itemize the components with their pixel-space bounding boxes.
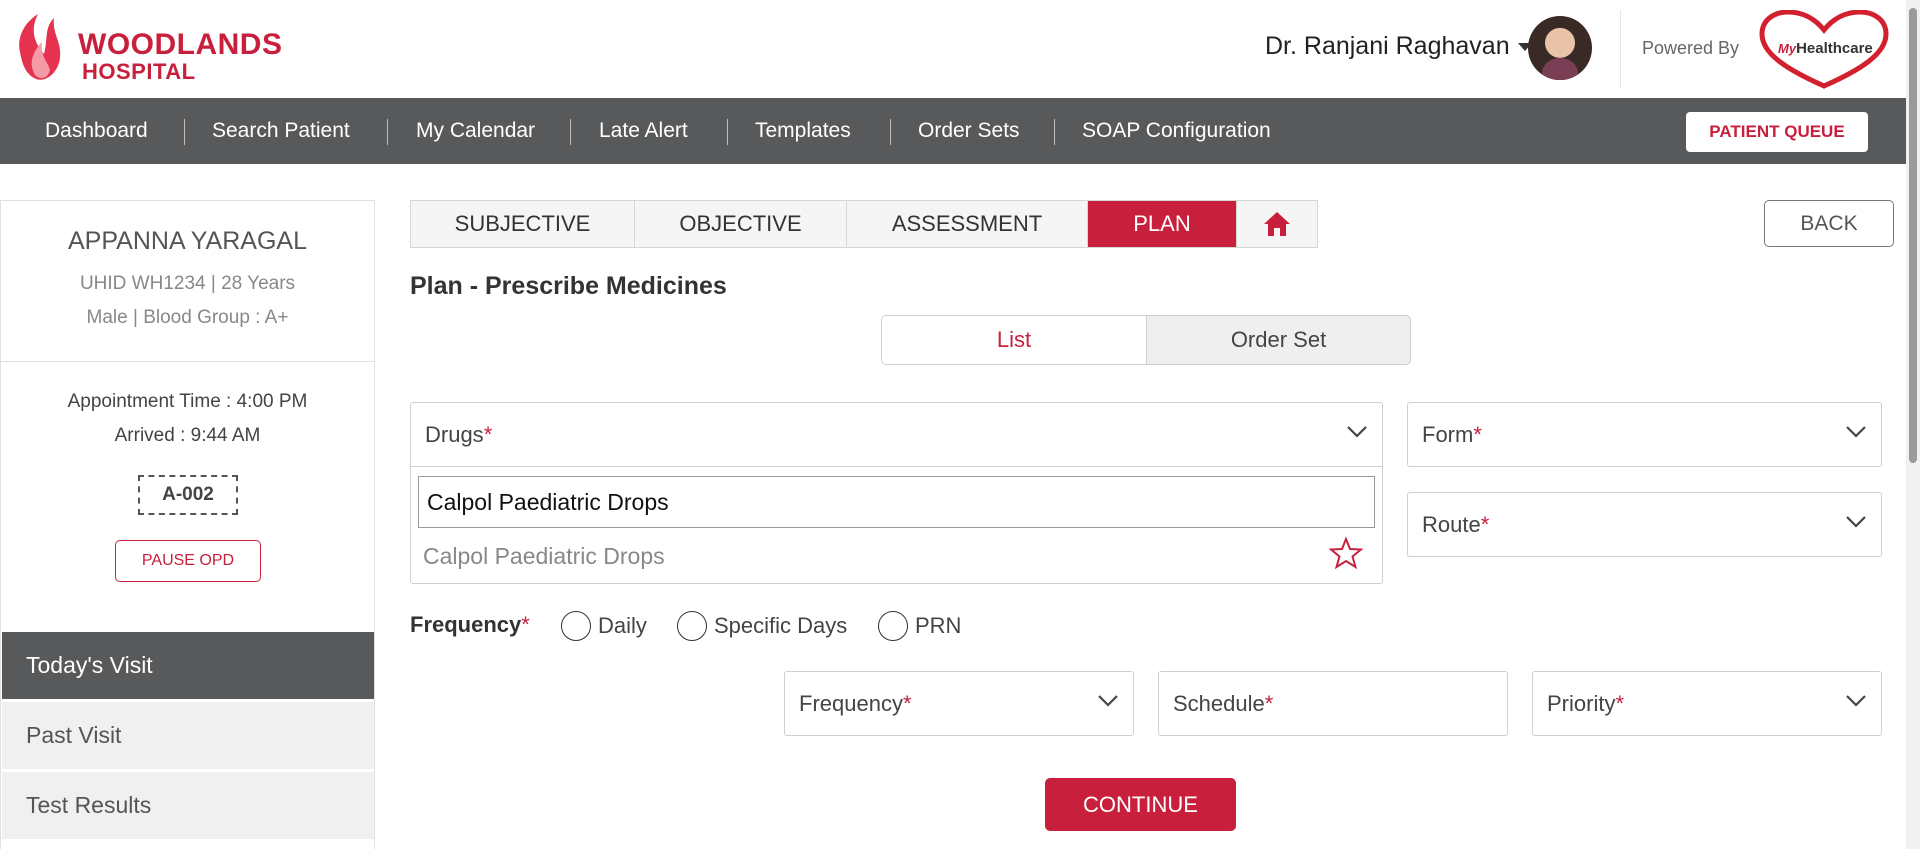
radio-circle-icon [561, 611, 591, 641]
schedule-label: Schedule* [1173, 691, 1274, 716]
sidebar-tab-test-results[interactable]: Test Results [2, 772, 374, 839]
brand-text: MyHealthcare [1778, 40, 1873, 57]
toggle-list[interactable]: List [882, 316, 1146, 364]
patient-name: APPANNA YARAGAL [68, 227, 307, 255]
back-button[interactable]: BACK [1764, 200, 1894, 247]
logo-text-line1: WOODLANDS [78, 28, 283, 61]
frequency-select-label: Frequency* [799, 691, 912, 716]
drugs-select[interactable]: Drugs* [411, 403, 1382, 467]
tab-objective[interactable]: OBJECTIVE [635, 201, 847, 247]
patient-queue-button[interactable]: PATIENT QUEUE [1686, 112, 1868, 152]
priority-label: Priority* [1547, 691, 1625, 716]
token-badge: A-002 [138, 475, 238, 515]
sidebar-tab-todays-visit[interactable]: Today's Visit [2, 632, 374, 699]
radio-circle-icon [878, 611, 908, 641]
woodlands-logo[interactable]: WOODLANDS HOSPITAL [14, 12, 304, 88]
tab-plan[interactable]: PLAN [1088, 201, 1237, 247]
home-icon [1264, 212, 1290, 236]
flame-logo-icon [19, 14, 61, 80]
chevron-down-icon [1846, 516, 1866, 528]
drug-option[interactable]: Calpol Paediatric Drops [423, 543, 665, 570]
schedule-input[interactable]: Schedule* [1158, 671, 1508, 736]
nav-divider [890, 119, 891, 145]
patient-uhid-age: UHID WH1234 | 28 Years [79, 273, 296, 294]
list-orderset-toggle: List Order Set [881, 315, 1411, 365]
form-select[interactable]: Form* [1407, 402, 1882, 467]
patient-gender-blood: Male | Blood Group : A+ [86, 307, 289, 328]
pause-opd-button[interactable]: PAUSE OPD [115, 540, 261, 582]
nav-search-patient[interactable]: Search Patient [212, 98, 350, 164]
user-menu[interactable]: Dr. Ranjani Raghavan [1265, 32, 1532, 61]
route-label: Route* [1422, 512, 1490, 537]
tab-home[interactable] [1237, 201, 1317, 247]
chevron-down-icon [1846, 426, 1866, 438]
nav-late-alert[interactable]: Late Alert [599, 98, 688, 164]
drugs-label: Drugs* [425, 422, 493, 447]
radio-specific-days[interactable]: Specific Days [677, 611, 847, 641]
frequency-select[interactable]: Frequency* [784, 671, 1134, 736]
star-icon[interactable] [1329, 536, 1363, 570]
chevron-down-icon [1846, 695, 1866, 707]
logo-text-line2: HOSPITAL [82, 59, 196, 84]
route-select[interactable]: Route* [1407, 492, 1882, 557]
chevron-down-icon [1098, 695, 1118, 707]
frequency-radio-label: Frequency* [410, 612, 530, 637]
tab-subjective[interactable]: SUBJECTIVE [411, 201, 635, 247]
scrollbar-thumb[interactable] [1909, 8, 1917, 463]
appointment-time: Appointment Time : 4:00 PM [67, 391, 308, 412]
nav-my-calendar[interactable]: My Calendar [416, 98, 535, 164]
nav-order-sets[interactable]: Order Sets [918, 98, 1020, 164]
toggle-order-set[interactable]: Order Set [1146, 316, 1410, 364]
continue-button[interactable]: CONTINUE [1045, 778, 1236, 831]
radio-prn[interactable]: PRN [878, 611, 961, 641]
nav-dashboard[interactable]: Dashboard [45, 98, 148, 164]
divider [1620, 10, 1621, 88]
arrived-time: Arrived : 9:44 AM [114, 425, 261, 446]
nav-divider [727, 119, 728, 145]
nav-divider [184, 119, 185, 145]
tab-assessment[interactable]: ASSESSMENT [847, 201, 1088, 247]
drugs-dropdown: Drugs* Calpol Paediatric Drops [410, 402, 1383, 584]
soap-tabs: SUBJECTIVE OBJECTIVE ASSESSMENT PLAN [410, 200, 1318, 248]
page-scrollbar[interactable] [1906, 0, 1920, 849]
chevron-down-icon [1347, 426, 1367, 438]
nav-divider [570, 119, 571, 145]
app-header: WOODLANDS HOSPITAL Dr. Ranjani Raghavan … [0, 0, 1920, 98]
nav-divider [1054, 119, 1055, 145]
powered-by-label: Powered By [1642, 38, 1740, 58]
main-nav: Dashboard Search Patient My Calendar Lat… [0, 98, 1920, 164]
form-label: Form* [1422, 422, 1482, 447]
radio-daily[interactable]: Daily [561, 611, 647, 641]
priority-select[interactable]: Priority* [1532, 671, 1882, 736]
nav-templates[interactable]: Templates [755, 98, 851, 164]
avatar[interactable] [1528, 16, 1592, 80]
divider [1, 361, 374, 362]
drug-search-input[interactable] [418, 476, 1375, 528]
nav-soap-configuration[interactable]: SOAP Configuration [1082, 98, 1271, 164]
user-name: Dr. Ranjani Raghavan [1265, 32, 1510, 60]
page-title: Plan - Prescribe Medicines [410, 272, 727, 300]
patient-sidebar: APPANNA YARAGAL UHID WH1234 | 28 Years M… [0, 200, 375, 849]
myhealthcare-logo: MyHealthcare [1758, 9, 1890, 90]
nav-divider [387, 119, 388, 145]
sidebar-tab-past-visit[interactable]: Past Visit [2, 702, 374, 769]
radio-circle-icon [677, 611, 707, 641]
